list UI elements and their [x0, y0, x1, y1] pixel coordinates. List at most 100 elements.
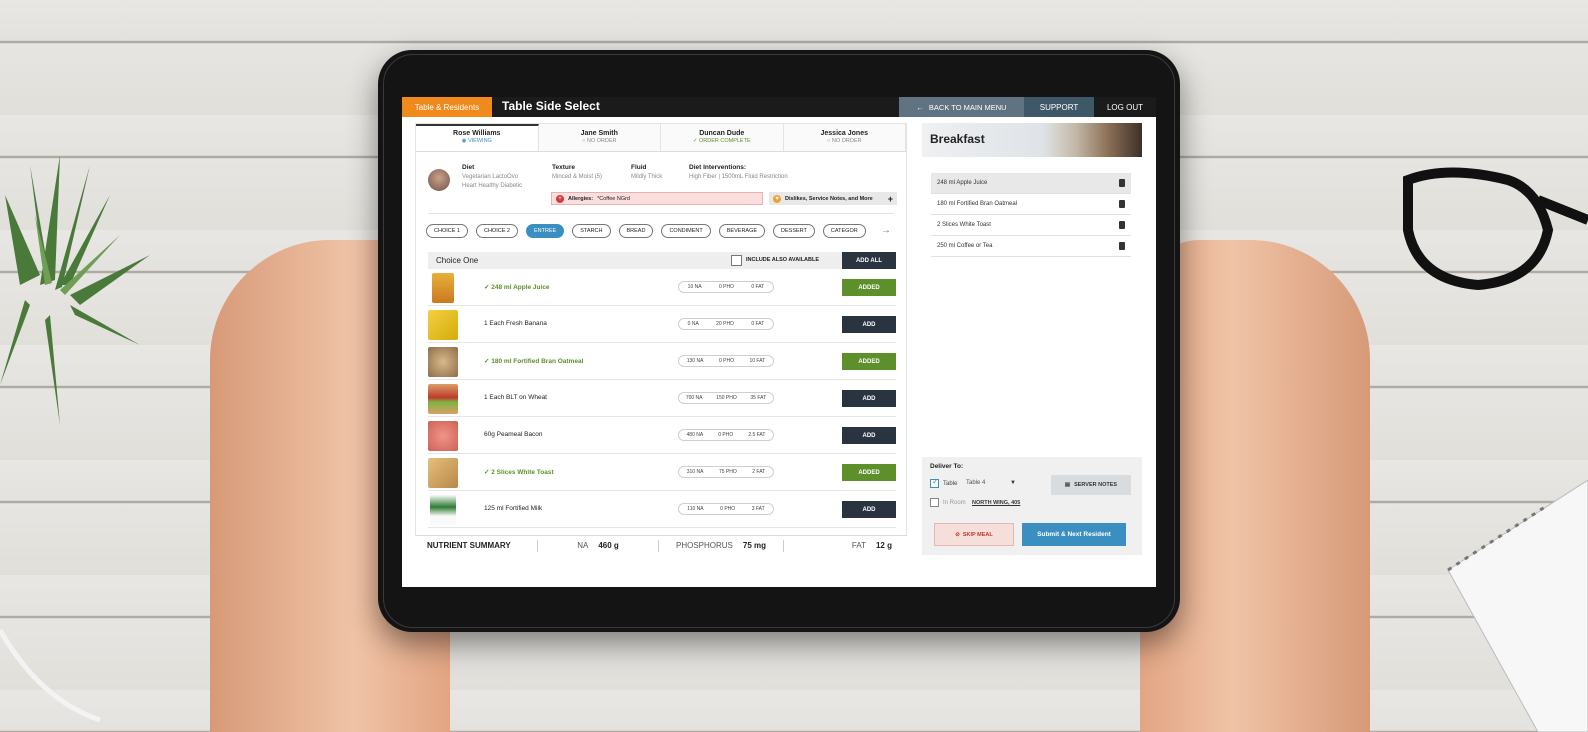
item-name: 60g Peameal Bacon: [484, 431, 543, 438]
added-button[interactable]: ADDED: [842, 353, 896, 370]
add-button[interactable]: ADD: [842, 427, 896, 444]
resident-tab-jane-smith[interactable]: Jane Smith ○ NO ORDER: [538, 124, 661, 151]
resident-tab-duncan-dude[interactable]: Duncan Dude ✓ ORDER COMPLETE: [661, 124, 784, 151]
resident-name: Duncan Dude: [699, 130, 745, 137]
order-item[interactable]: 248 ml Apple Juice: [931, 173, 1131, 194]
arrow-right-icon[interactable]: →: [881, 225, 891, 236]
add-button[interactable]: ADD: [842, 390, 896, 407]
phosphorus-summary: PHOSPHORUS 75 mg: [675, 541, 767, 550]
category-starch[interactable]: STARCH: [572, 224, 611, 238]
resident-name: Rose Williams: [453, 130, 501, 137]
category-choice-1[interactable]: CHOICE 1: [426, 224, 468, 238]
trash-icon[interactable]: [1119, 242, 1125, 250]
category-more[interactable]: CATEGOR: [822, 224, 866, 238]
skip-meal-button[interactable]: ⊘ SKIP MEAL: [934, 523, 1014, 546]
na-summary: NA 460 g: [577, 541, 619, 550]
resident-status: ○ NO ORDER: [582, 138, 617, 144]
menu-item: ✓ 2 Slices White Toast 310 NA 75 PHO 2 FAT…: [428, 454, 896, 491]
resident-tab-rose-williams[interactable]: Rose Williams ◉ VIEWING: [416, 124, 539, 151]
trash-icon[interactable]: [1119, 221, 1125, 229]
menu-item: 125 ml Fortified Milk 110 NA 0 PHO 3 FAT A…: [428, 491, 896, 528]
category-entree[interactable]: ENTREE: [525, 224, 565, 238]
resident-status: ◉ VIEWING: [461, 138, 492, 144]
diet-interventions: Diet Interventions: High Fiber | 1500mL …: [689, 164, 788, 180]
nutrient-pill: 480 NA 0 PHO 2.5 FAT: [678, 429, 774, 441]
support-button[interactable]: SUPPORT: [1024, 97, 1094, 117]
banana-image: [428, 310, 458, 340]
item-name: ✓ 2 Slices White Toast: [484, 469, 554, 476]
resident-name: Jane Smith: [580, 130, 618, 137]
category-tabs: CHOICE 1 CHOICE 2 ENTREE STARCH BREAD CO…: [426, 223, 908, 239]
nutrient-summary-title: NUTRIENT SUMMARY: [427, 541, 511, 550]
category-choice-2[interactable]: CHOICE 2: [475, 224, 518, 238]
meal-title: Breakfast: [930, 132, 985, 146]
server-notes-button[interactable]: ▤ SERVER NOTES: [1051, 475, 1131, 495]
trash-icon[interactable]: [1119, 200, 1125, 208]
category-condiment[interactable]: CONDIMENT: [661, 224, 711, 238]
top-bar: Table & Residents Table Side Select ← BA…: [402, 97, 1156, 117]
category-dessert[interactable]: DESSERT: [773, 224, 815, 238]
choice-header: Choice One INCLUDE ALSO AVAILABLE ADD AL…: [428, 252, 896, 269]
room-link[interactable]: NORTH WING, 405: [972, 500, 1020, 506]
table-label: Table: [943, 481, 958, 487]
resident-tabs: Rose Williams ◉ VIEWING Jane Smith ○ NO …: [416, 124, 906, 152]
category-bread[interactable]: BREAD: [618, 224, 654, 238]
category-beverage[interactable]: BEVERAGE: [718, 224, 766, 238]
nutrient-pill: 0 NA 20 PHO 0 FAT: [678, 318, 774, 330]
back-to-main-menu-button[interactable]: ← BACK TO MAIN MENU: [899, 97, 1024, 117]
dislikes-button[interactable]: ♥ Dislikes, Service Notes, and More +: [769, 192, 897, 205]
order-list: 248 ml Apple Juice 180 ml Fortified Bran…: [931, 173, 1131, 257]
plus-cross-icon: +: [556, 194, 564, 203]
table-residents-tab[interactable]: Table & Residents: [402, 97, 492, 117]
plant-decoration: [0, 155, 150, 425]
notepad-decoration: [1447, 480, 1588, 732]
add-button[interactable]: ADD: [842, 501, 896, 518]
fat-summary: FAT 12 g: [851, 541, 892, 550]
arrow-left-icon: ←: [916, 102, 924, 112]
submit-next-resident-button[interactable]: Submit & Next Resident: [1022, 523, 1126, 546]
milk-carton-image: [430, 495, 456, 525]
added-button[interactable]: ADDED: [842, 279, 896, 296]
bacon-image: [428, 421, 458, 451]
include-also-available-checkbox[interactable]: [731, 255, 742, 266]
meal-panel: Breakfast 248 ml Apple Juice 180 ml Fort…: [922, 123, 1142, 555]
table-checkbox[interactable]: [930, 477, 939, 488]
in-room-checkbox[interactable]: [930, 498, 939, 507]
nutrient-pill: 110 NA 0 PHO 3 FAT: [678, 503, 774, 515]
item-name: 1 Each BLT on Wheat: [484, 394, 547, 401]
resident-status: ○ NO ORDER: [827, 138, 862, 144]
order-item[interactable]: 180 ml Fortified Bran Oatmeal: [931, 194, 1131, 215]
logout-button[interactable]: LOG OUT: [1094, 97, 1156, 117]
avatar: [428, 169, 450, 191]
apple-juice-image: [432, 273, 454, 303]
heart-shield-icon: ♥: [773, 194, 781, 203]
menu-item: 60g Peameal Bacon 480 NA 0 PHO 2.5 FAT ADD: [428, 417, 896, 454]
glasses-decoration: [1403, 167, 1588, 291]
nutrient-pill: 310 NA 75 PHO 2 FAT: [678, 466, 774, 478]
order-panel: Rose Williams ◉ VIEWING Jane Smith ○ NO …: [415, 123, 907, 555]
table-select[interactable]: Table 4 ▼: [964, 477, 1016, 489]
added-button[interactable]: ADDED: [842, 464, 896, 481]
item-name: 125 ml Fortified Milk: [484, 505, 543, 512]
add-all-button[interactable]: ADD ALL: [842, 252, 896, 269]
nutrient-pill: 130 NA 0 PHO 10 FAT: [678, 355, 774, 367]
block-icon: ⊘: [955, 531, 960, 538]
blt-sandwich-image: [428, 384, 458, 414]
plus-icon: +: [887, 193, 893, 204]
app-screen: Table & Residents Table Side Select ← BA…: [402, 97, 1156, 587]
order-item[interactable]: 250 ml Coffee or Tea: [931, 236, 1131, 257]
fluid-info: Fluid Mildly Thick: [631, 164, 663, 180]
resident-tab-jessica-jones[interactable]: Jessica Jones ○ NO ORDER: [783, 124, 906, 151]
nutrient-pill: 10 NA 0 PHO 0 FAT: [678, 281, 774, 293]
allergies-bar[interactable]: + Allergies: *Coffee NGrd: [551, 192, 763, 205]
document-icon: ▤: [1064, 482, 1071, 488]
trash-icon[interactable]: [1119, 179, 1125, 187]
item-name: 1 Each Fresh Banana: [484, 320, 547, 327]
nutrient-summary-bar: NUTRIENT SUMMARY NA 460 g PHOSPHORUS 75 mg…: [415, 535, 907, 555]
order-item[interactable]: 2 Slices White Toast: [931, 215, 1131, 236]
menu-item: 1 Each Fresh Banana 0 NA 20 PHO 0 FAT ADD: [428, 306, 896, 343]
diet-info: Diet Vegetarian LactoOvo Heart Healthy D…: [462, 164, 523, 189]
app-title: Table Side Select: [502, 99, 600, 113]
oatmeal-image: [428, 347, 458, 377]
add-button[interactable]: ADD: [842, 316, 896, 333]
